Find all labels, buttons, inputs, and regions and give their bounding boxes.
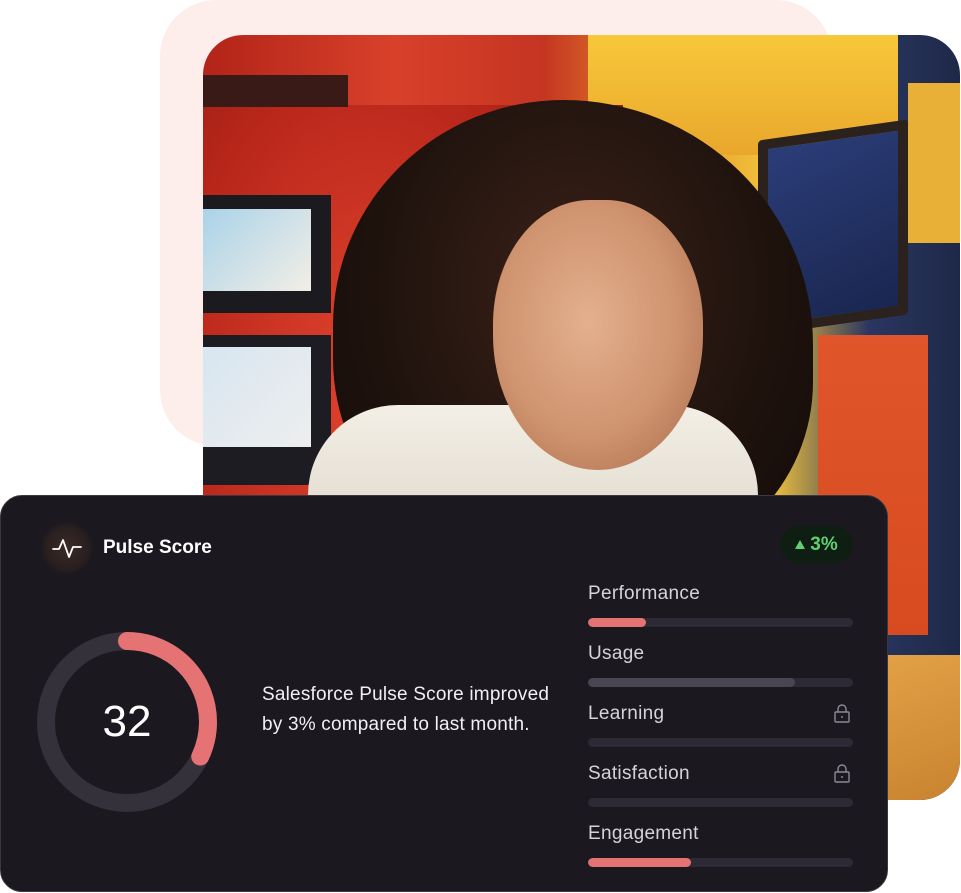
metric-label: Performance: [588, 583, 701, 604]
metric-label: Engagement: [588, 823, 699, 844]
photo-shelf: [203, 75, 348, 107]
metrics-list: Performance Usage Learning Satisfaction: [588, 581, 853, 881]
photo-yellow-panel: [908, 83, 960, 243]
metric-bar: [588, 858, 853, 867]
metric-usage: Usage: [588, 641, 853, 701]
card-header: Pulse Score: [41, 522, 212, 574]
lock-icon: [834, 704, 850, 723]
pulse-icon: [41, 522, 93, 574]
photo-screen-1: [203, 195, 331, 313]
trend-value: 3%: [810, 533, 838, 555]
pulse-score-card: Pulse Score 3% 32 Salesforce Pulse Score…: [0, 495, 888, 892]
metric-bar: [588, 798, 853, 807]
metric-bar: [588, 678, 853, 687]
metric-bar: [588, 738, 853, 747]
metric-fill: [588, 678, 795, 687]
metric-fill: [588, 858, 692, 867]
metric-label: Satisfaction: [588, 763, 690, 784]
triangle-up-icon: [795, 540, 806, 549]
score-summary: Salesforce Pulse Score improved by 3% co…: [262, 684, 550, 735]
metric-bar: [588, 618, 853, 627]
metric-label: Usage: [588, 643, 645, 664]
metric-performance: Performance: [588, 581, 853, 641]
photo-person-face: [493, 200, 703, 470]
metric-learning: Learning: [588, 701, 853, 761]
metric-satisfaction: Satisfaction: [588, 761, 853, 821]
lock-icon: [834, 764, 850, 783]
trend-badge: 3%: [780, 526, 853, 563]
metric-fill: [588, 618, 647, 627]
metric-engagement: Engagement: [588, 821, 853, 881]
metric-label: Learning: [588, 703, 665, 724]
photo-screen-2: [203, 335, 331, 485]
score-value: 32: [102, 697, 152, 746]
card-title: Pulse Score: [103, 537, 212, 558]
